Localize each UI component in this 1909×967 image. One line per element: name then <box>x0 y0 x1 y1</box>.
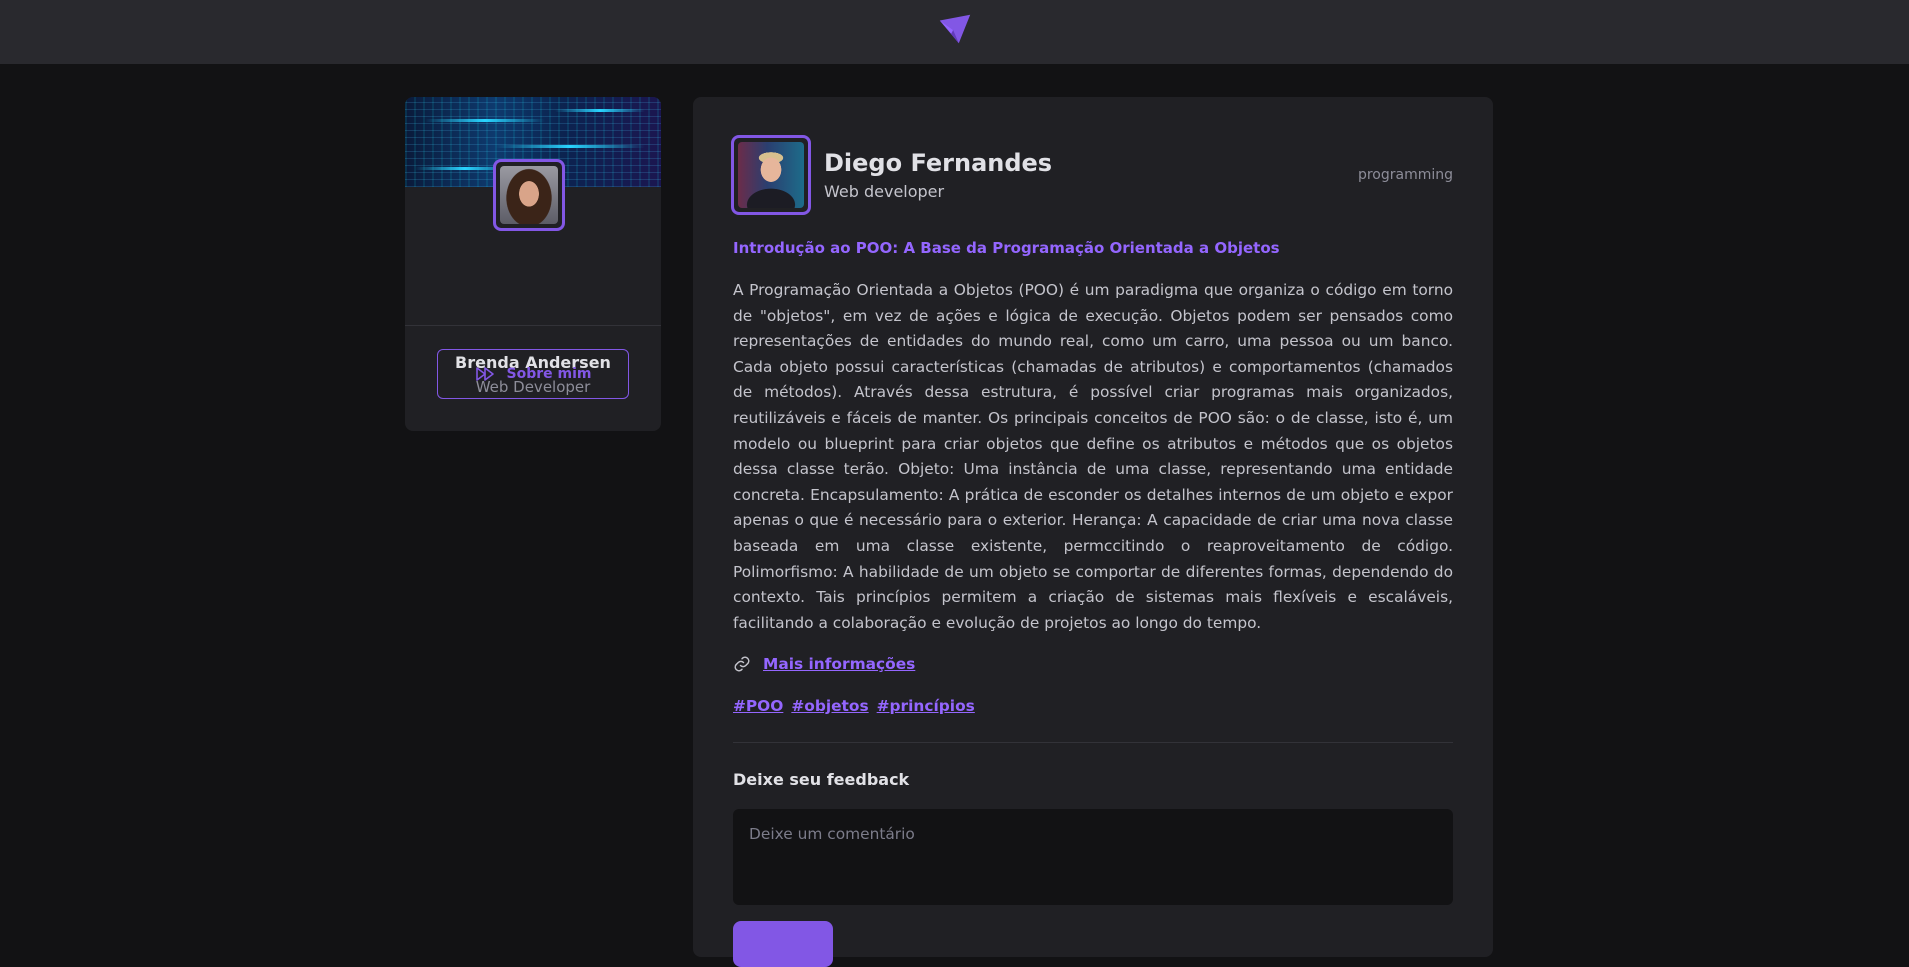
author-role: Web developer <box>824 182 945 201</box>
tag-link[interactable]: #POO <box>733 697 783 715</box>
post-card: Diego Fernandes Web developer programmin… <box>693 97 1493 967</box>
tag-link[interactable]: #princípios <box>877 697 975 715</box>
fast-forward-icon <box>475 367 494 381</box>
tag-link[interactable]: #objetos <box>791 697 868 715</box>
profile-avatar[interactable] <box>493 159 565 231</box>
more-info-link-row: Mais informações <box>733 655 915 673</box>
comment-input[interactable] <box>733 809 1453 905</box>
publish-button[interactable] <box>733 921 833 967</box>
profile-sidebar: Brenda Andersen Web Developer Sobre mim <box>405 97 661 431</box>
post-tags: #POO #objetos #princípios <box>733 697 975 715</box>
post-title: Introdução ao POO: A Base da Programação… <box>733 239 1280 257</box>
link-icon <box>734 656 750 672</box>
post-divider <box>733 742 1453 743</box>
post-category: programming <box>1357 167 1453 183</box>
ignite-logo-icon[interactable] <box>936 11 974 49</box>
about-me-label: Sobre mim <box>506 366 592 382</box>
author-avatar[interactable] <box>731 135 811 215</box>
post-body: A Programação Orientada a Objetos (POO) … <box>733 281 1453 632</box>
feedback-title: Deixe seu feedback <box>733 770 910 789</box>
author-name: Diego Fernandes <box>824 149 1053 177</box>
sidebar-divider <box>405 325 661 326</box>
more-info-link[interactable]: Mais informações <box>763 655 915 673</box>
about-me-button[interactable]: Sobre mim <box>437 349 629 399</box>
top-header <box>0 0 1909 64</box>
